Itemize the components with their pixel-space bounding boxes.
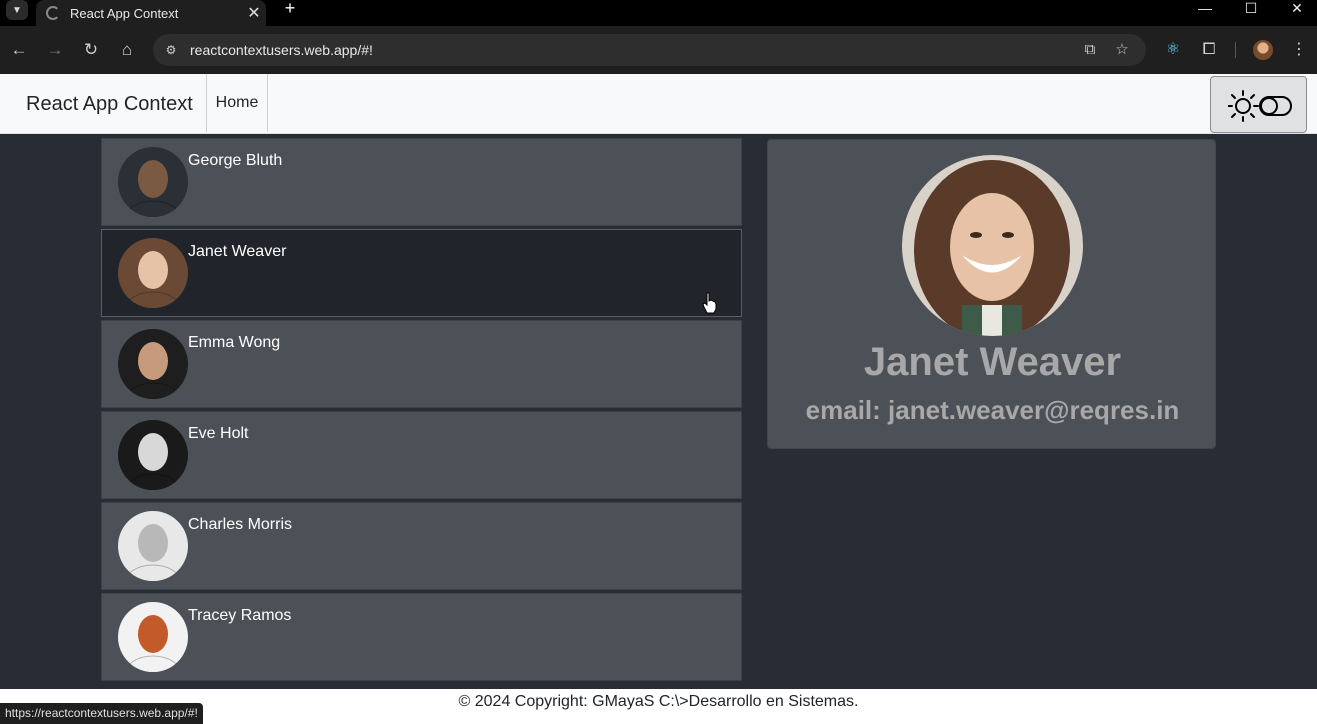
- browser-tab[interactable]: React App Context ✕: [36, 0, 266, 26]
- tab-menu-icon[interactable]: ▼: [6, 0, 28, 20]
- user-detail-card: Janet Weaver email: janet.weaver@reqres.…: [767, 139, 1216, 449]
- sun-toggle-icon: [1228, 90, 1292, 122]
- user-name: Janet Weaver: [188, 243, 287, 260]
- loading-favicon-icon: [46, 6, 60, 20]
- toolbar-divider: [1235, 42, 1236, 58]
- user-avatar: [118, 420, 188, 490]
- browser-tab-bar: ▼ React App Context ✕ + — ☐ ✕: [0, 0, 1317, 26]
- menu-kebab-icon[interactable]: ⋮: [1288, 39, 1310, 61]
- address-bar[interactable]: ⚙ reactcontextusers.web.app/#! ⧉ ☆: [153, 34, 1146, 66]
- theme-toggle-button[interactable]: [1210, 76, 1307, 133]
- user-name: Emma Wong: [188, 334, 281, 351]
- tab-close-icon[interactable]: ✕: [242, 3, 266, 23]
- back-icon[interactable]: ←: [8, 39, 30, 61]
- user-name: Eve Holt: [188, 425, 249, 442]
- user-list: George Bluth Janet Weaver Emma Wong Eve …: [101, 138, 742, 684]
- detail-email: email: janet.weaver@reqres.in: [805, 395, 1180, 425]
- url-text[interactable]: reactcontextusers.web.app/#!: [190, 42, 373, 58]
- maximize-icon[interactable]: ☐: [1228, 0, 1274, 18]
- new-tab-button[interactable]: +: [280, 0, 300, 18]
- reload-icon[interactable]: ↻: [80, 39, 102, 61]
- tab-title: React App Context: [70, 5, 179, 21]
- user-card-george-bluth[interactable]: George Bluth: [101, 138, 742, 226]
- react-devtools-icon[interactable]: ⚛: [1162, 39, 1184, 61]
- detail-name: Janet Weaver: [863, 340, 1122, 384]
- user-name: Tracey Ramos: [188, 607, 292, 624]
- nav-home-label: Home: [215, 94, 259, 111]
- nav-home-link[interactable]: Home: [206, 74, 268, 132]
- user-avatar: [118, 602, 188, 672]
- status-url-bubble: https://reactcontextusers.web.app/#!: [0, 703, 203, 724]
- app-navbar: React App Context Home: [0, 74, 1317, 134]
- user-card-janet-weaver[interactable]: Janet Weaver: [101, 229, 742, 317]
- home-icon[interactable]: ⌂: [116, 39, 138, 61]
- close-window-icon[interactable]: ✕: [1274, 0, 1317, 18]
- user-avatar: [118, 329, 188, 399]
- detail-photo: [902, 155, 1083, 336]
- user-card-charles-morris[interactable]: Charles Morris: [101, 502, 742, 590]
- site-info-icon[interactable]: ⚙: [163, 42, 179, 58]
- user-name: Charles Morris: [188, 516, 293, 533]
- forward-icon[interactable]: →: [44, 39, 66, 61]
- user-card-eve-holt[interactable]: Eve Holt: [101, 411, 742, 499]
- user-name: George Bluth: [188, 152, 283, 169]
- user-card-emma-wong[interactable]: Emma Wong: [101, 320, 742, 408]
- hand-cursor-icon: [702, 292, 717, 314]
- extensions-icon[interactable]: ⧠: [1198, 39, 1220, 61]
- user-avatar: [118, 147, 188, 217]
- user-avatar: [118, 511, 188, 581]
- user-card-tracey-ramos[interactable]: Tracey Ramos: [101, 593, 742, 681]
- install-app-icon[interactable]: ⧉: [1080, 40, 1100, 60]
- browser-toolbar: ← → ↻ ⌂ ⚙ reactcontextusers.web.app/#! ⧉…: [0, 26, 1317, 74]
- portrait-image: [902, 155, 1083, 336]
- minimize-icon[interactable]: —: [1182, 0, 1228, 18]
- brand-title[interactable]: React App Context: [26, 93, 193, 116]
- bookmark-star-icon[interactable]: ☆: [1112, 40, 1132, 60]
- profile-avatar[interactable]: [1253, 40, 1273, 60]
- user-avatar: [118, 238, 188, 308]
